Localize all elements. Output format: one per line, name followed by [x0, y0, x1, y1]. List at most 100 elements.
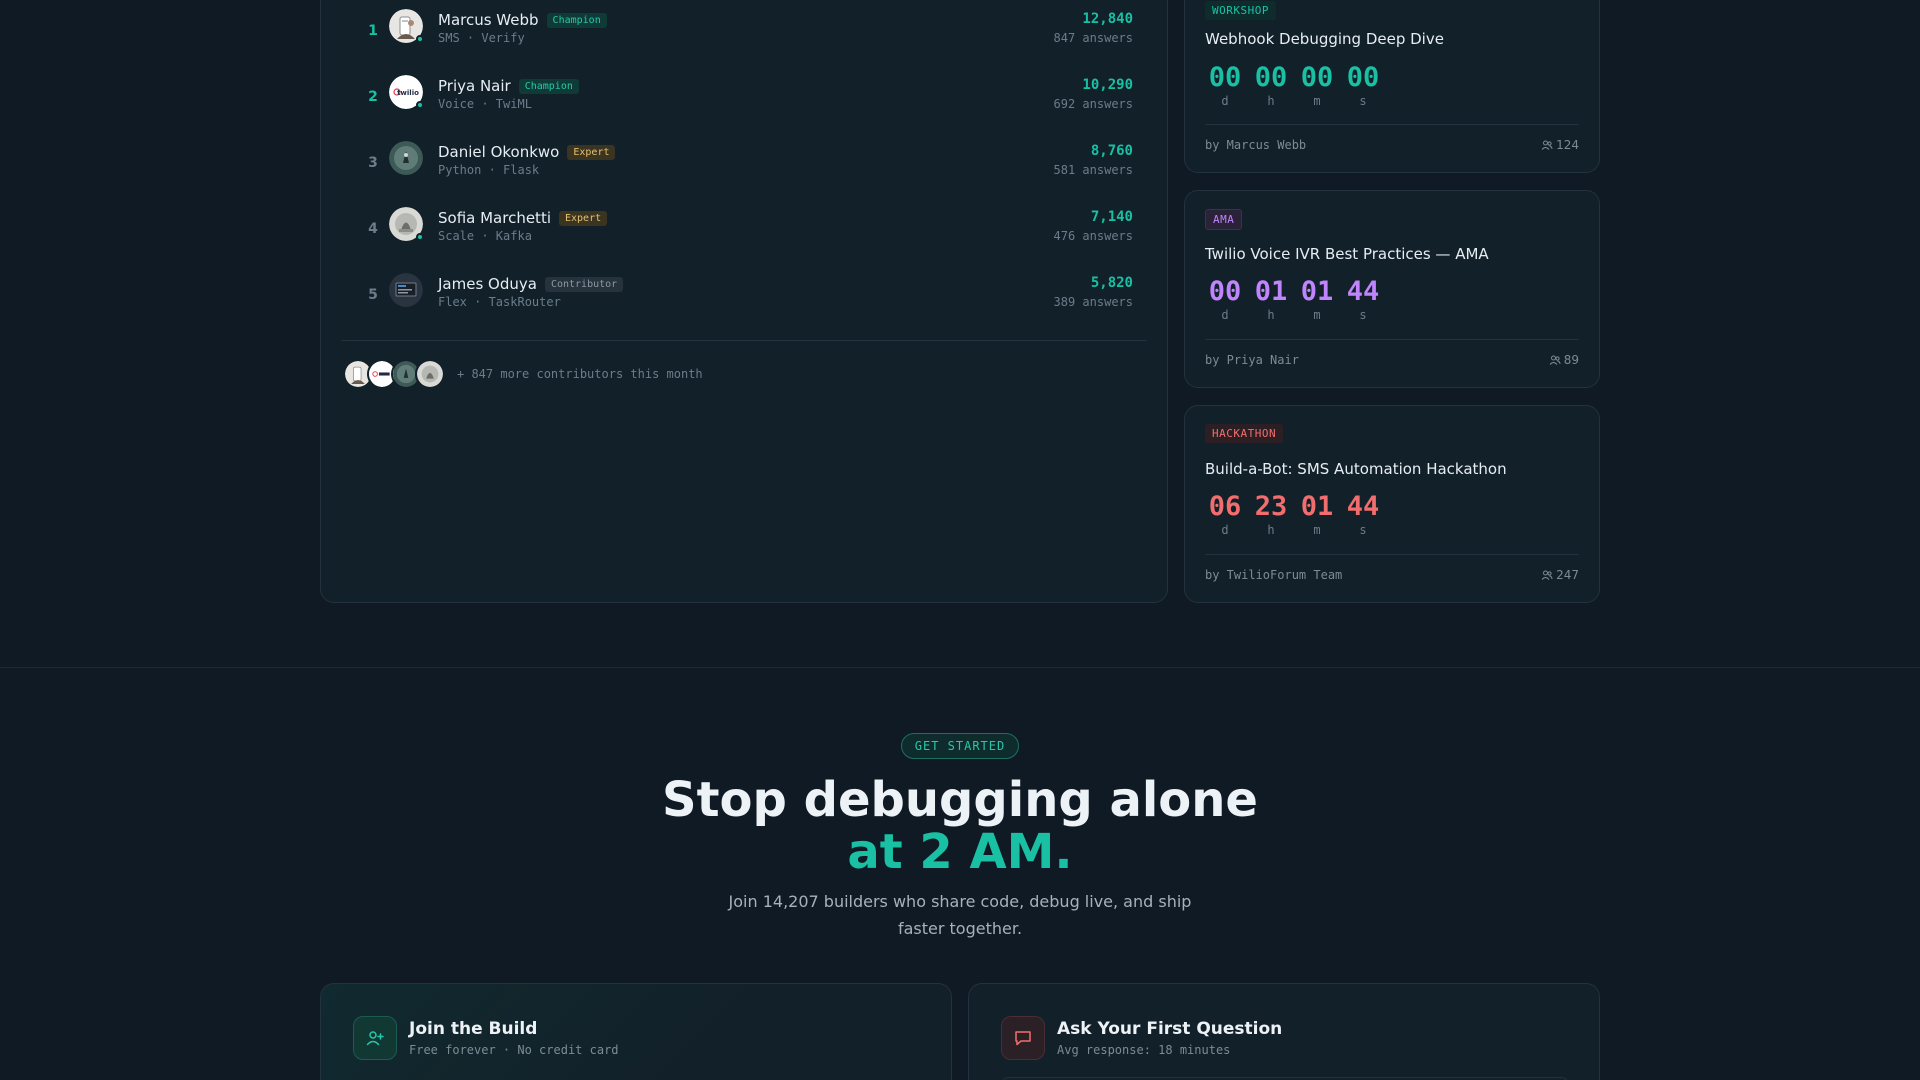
leaderboard-row[interactable]: 4 Sofia Marchetti Expert Scale · Kafka 7,… — [341, 207, 1147, 267]
leaderboard-row[interactable]: 5 James Oduya Contributor Flex · TaskRout… — [341, 273, 1147, 333]
avatar[interactable] — [389, 273, 423, 307]
event-title[interactable]: Twilio Voice IVR Best Practices — AMA — [1205, 245, 1489, 263]
countdown-value: 06 — [1208, 491, 1242, 522]
countdown-value: 44 — [1346, 276, 1380, 307]
rank-badge: Contributor — [544, 277, 624, 292]
member-tags: Voice · TwiML — [438, 97, 532, 111]
member-tags: SMS · Verify — [438, 31, 525, 45]
more-contributors-text: + 847 more contributors this month — [457, 367, 703, 381]
rank-badge: Expert — [567, 145, 616, 160]
users-icon — [1541, 140, 1553, 150]
member-name-line: James Oduya Contributor — [438, 275, 624, 293]
rank-number: 1 — [368, 23, 378, 39]
member-answers: 847 answers — [1053, 31, 1133, 45]
member-name-line: Sofia Marchetti Expert — [438, 209, 608, 227]
member-name[interactable]: Priya Nair — [438, 77, 511, 95]
member-answers: 581 answers — [1053, 163, 1133, 177]
member-score: 5,820 — [1090, 275, 1133, 291]
member-score: 12,840 — [1082, 11, 1133, 27]
cta-heading: Stop debugging alone — [662, 772, 1258, 828]
rank-number: 2 — [368, 89, 378, 105]
countdown-label: m — [1313, 94, 1321, 108]
countdown-value: 00 — [1346, 62, 1380, 93]
member-name[interactable]: James Oduya — [438, 275, 537, 293]
member-tags: Scale · Kafka — [438, 229, 532, 243]
event-divider — [1205, 124, 1579, 125]
countdown-label: d — [1221, 523, 1229, 537]
event-card[interactable]: WORKSHOP Webhook Debugging Deep Dive 00 … — [1184, 0, 1600, 173]
countdown-label: h — [1267, 523, 1275, 537]
countdown-seconds: 44 s — [1343, 276, 1383, 322]
member-tags: Flex · TaskRouter — [438, 295, 561, 309]
attendee-count: 89 — [1563, 353, 1579, 367]
event-attendees: 89 — [1549, 353, 1579, 367]
attendee-count: 247 — [1556, 568, 1579, 582]
ask-question-card[interactable]: Ask Your First Question Avg response: 18… — [968, 983, 1600, 1080]
event-title[interactable]: Webhook Debugging Deep Dive — [1205, 30, 1444, 48]
member-name[interactable]: Marcus Webb — [438, 11, 539, 29]
countdown-hours: 00 h — [1251, 62, 1291, 108]
countdown-value: 00 — [1300, 62, 1334, 93]
event-divider — [1205, 339, 1579, 340]
countdown-value: 23 — [1254, 491, 1288, 522]
countdown-label: m — [1313, 523, 1321, 537]
leaderboard-row[interactable]: 1 Marcus Webb Champion SMS · Verify 12,84… — [341, 9, 1147, 69]
member-name-line: Daniel Okonkwo Expert — [438, 143, 616, 161]
users-icon — [1541, 570, 1553, 580]
member-score: 10,290 — [1082, 77, 1133, 93]
leaderboard-row[interactable]: 2 twilio Priya Nair Champion Voice · TwiM… — [341, 75, 1147, 135]
event-type-tag: HACKATHON — [1205, 424, 1284, 443]
member-name[interactable]: Daniel Okonkwo — [438, 143, 559, 161]
avatar[interactable] — [389, 141, 423, 175]
leaderboard-divider — [341, 340, 1147, 341]
countdown-seconds: 44 s — [1343, 491, 1383, 537]
rank-badge: Expert — [559, 211, 608, 226]
event-attendees: 247 — [1541, 568, 1579, 582]
user-plus-icon — [353, 1016, 397, 1060]
rank-number: 5 — [368, 287, 378, 303]
event-host: by Priya Nair — [1205, 353, 1299, 367]
event-host: by Marcus Webb — [1205, 138, 1307, 152]
contributor-avatar-stack[interactable] — [343, 359, 463, 389]
member-score: 7,140 — [1090, 209, 1133, 225]
event-card[interactable]: HACKATHON Build-a-Bot: SMS Automation Ha… — [1184, 405, 1600, 603]
countdown-label: m — [1313, 308, 1321, 322]
member-tags: Python · Flask — [438, 163, 540, 177]
countdown-value: 00 — [1208, 276, 1242, 307]
countdown-timer: 00 d 00 h 00 m 00 s — [1205, 62, 1405, 108]
countdown-days: 00 d — [1205, 276, 1245, 322]
leaderboard-row[interactable]: 3 Daniel Okonkwo Expert Python · Flask 8,… — [341, 141, 1147, 201]
event-card[interactable]: AMA Twilio Voice IVR Best Practices — AM… — [1184, 190, 1600, 388]
event-divider — [1205, 554, 1579, 555]
rank-number: 3 — [368, 155, 378, 171]
member-name-line: Marcus Webb Champion — [438, 11, 607, 29]
section-divider — [0, 667, 1920, 668]
countdown-value: 00 — [1208, 62, 1242, 93]
event-type-tag: AMA — [1205, 209, 1243, 230]
event-type-tag: WORKSHOP — [1205, 1, 1276, 20]
countdown-seconds: 00 s — [1343, 62, 1383, 108]
card-subtitle: Free forever · No credit card — [409, 1043, 619, 1057]
countdown-label: s — [1359, 308, 1367, 322]
rank-number: 4 — [368, 221, 378, 237]
twilio-logo-text: twilio — [397, 89, 419, 97]
cta-heading-accent: at 2 AM. — [847, 824, 1073, 880]
avatar — [415, 359, 445, 389]
countdown-label: d — [1221, 94, 1229, 108]
rank-badge: Champion — [546, 13, 607, 28]
message-square-icon — [1001, 1016, 1045, 1060]
countdown-label: h — [1267, 308, 1275, 322]
join-the-build-card[interactable]: Join the Build Free forever · No credit … — [320, 983, 952, 1080]
attendee-count: 124 — [1556, 138, 1579, 152]
countdown-minutes: 01 m — [1297, 491, 1337, 537]
countdown-hours: 23 h — [1251, 491, 1291, 537]
event-title[interactable]: Build-a-Bot: SMS Automation Hackathon — [1205, 460, 1507, 478]
users-icon — [1549, 355, 1561, 365]
member-answers: 692 answers — [1053, 97, 1133, 111]
countdown-value: 01 — [1254, 276, 1288, 307]
member-score: 8,760 — [1090, 143, 1133, 159]
get-started-pill: GET STARTED — [901, 733, 1019, 759]
event-host: by TwilioForum Team — [1205, 568, 1343, 582]
leaderboard-card: 1 Marcus Webb Champion SMS · Verify 12,84… — [320, 0, 1168, 603]
member-name[interactable]: Sofia Marchetti — [438, 209, 551, 227]
